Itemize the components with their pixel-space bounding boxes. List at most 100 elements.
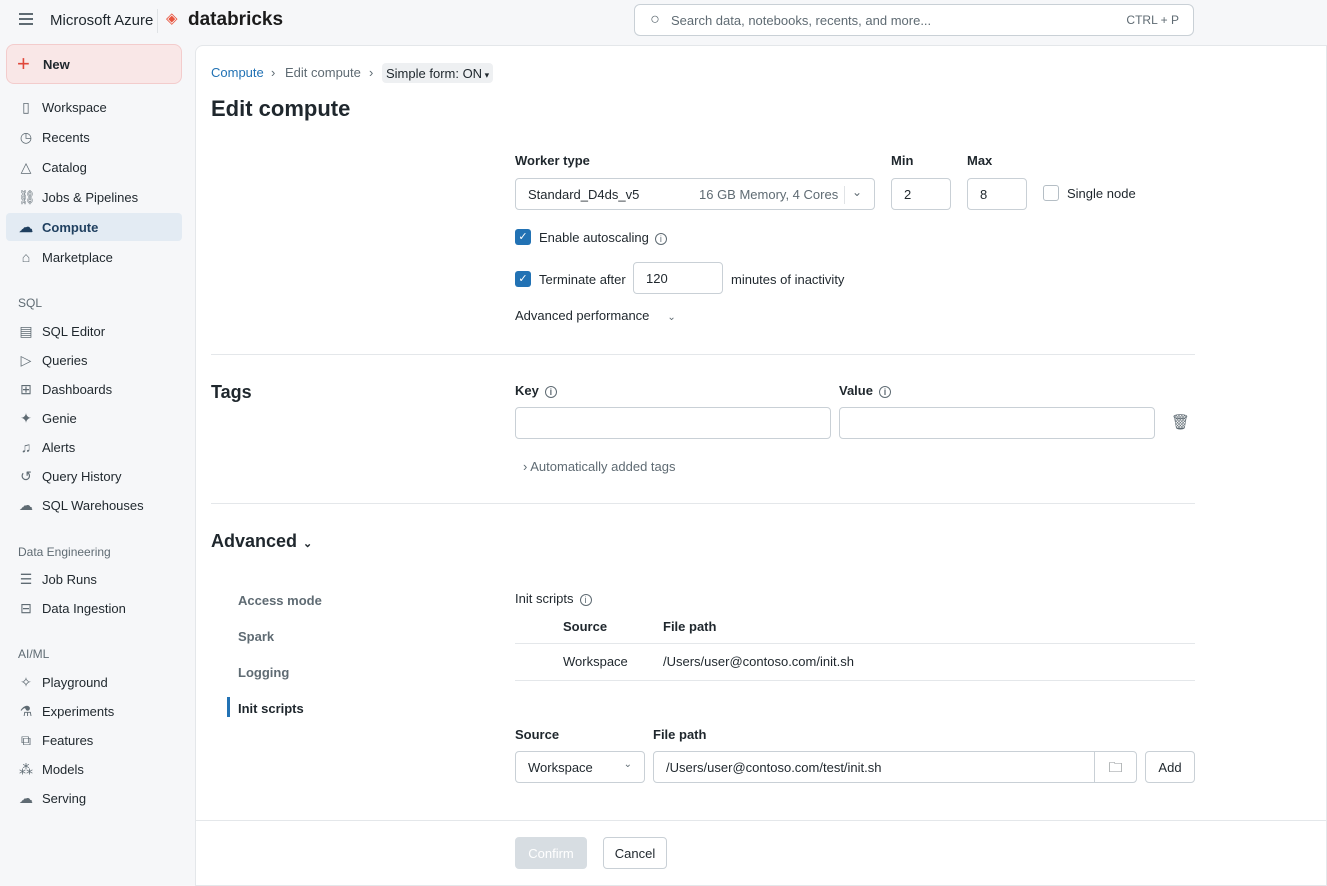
sidebar-item-genie[interactable]: ✦ Genie <box>6 404 182 432</box>
sidebar-label: Workspace <box>42 99 107 115</box>
worker-type-select[interactable]: Standard_D4ds_v5 16 GB Memory, 4 Cores ⌄ <box>515 178 875 210</box>
chevron-right-icon: › <box>523 459 528 474</box>
sidebar-item-query-history[interactable]: ↺ Query History <box>6 462 182 490</box>
sidebar-label: Catalog <box>42 159 87 175</box>
sidebar-label: Dashboards <box>42 381 113 397</box>
sidebar-item-compute[interactable]: ☁ Compute <box>6 213 182 241</box>
advanced-toggle[interactable]: Advanced ⌄ <box>211 531 312 552</box>
search-input[interactable]: ○ Search data, notebooks, recents, and m… <box>634 4 1194 36</box>
workspace-icon: ▯ <box>22 99 30 115</box>
autoscaling-label: Enable autoscaling i <box>539 230 667 245</box>
menu-icon[interactable] <box>19 13 33 25</box>
file-path-value: /Users/user@contoso.com/test/init.sh <box>666 759 882 775</box>
folder-icon[interactable]: 🗀 <box>1094 752 1136 782</box>
section-header-ai-ml: AI/ML <box>18 647 50 661</box>
sidebar-label: Compute <box>42 219 99 235</box>
divider <box>211 354 1195 355</box>
sidebar-label: Query History <box>42 468 122 484</box>
sidebar-label: Features <box>42 732 94 748</box>
chevron-down-icon: ⌄ <box>667 312 676 323</box>
tab-init-scripts[interactable]: Init scripts <box>238 701 304 716</box>
sidebar-label: Marketplace <box>42 249 113 265</box>
single-node-checkbox[interactable] <box>1043 185 1059 201</box>
warehouse-icon: ☁ <box>19 497 33 513</box>
clock-icon: ◷ <box>19 129 33 145</box>
worker-type-value: Standard_D4ds_v5 <box>528 186 640 202</box>
autoscaling-text: Enable autoscaling <box>539 230 649 245</box>
sidebar-item-marketplace[interactable]: ⌂ Marketplace <box>6 243 182 271</box>
sidebar-item-serving[interactable]: ☁ Serving <box>6 784 182 812</box>
terminate-checkbox[interactable]: ✓ <box>515 271 531 287</box>
info-icon[interactable]: i <box>544 385 557 398</box>
sidebar-item-alerts[interactable]: ♫ Alerts <box>6 433 182 461</box>
sidebar-item-workspace[interactable]: ▯ Workspace <box>6 93 182 121</box>
sidebar-label: Experiments <box>42 703 115 719</box>
max-workers-input[interactable]: 8 <box>967 178 1027 210</box>
min-workers-input[interactable]: 2 <box>891 178 951 210</box>
active-tab-indicator <box>227 697 230 717</box>
advanced-performance-toggle[interactable]: Advanced performance ⌄ <box>515 308 676 323</box>
sidebar-item-jobs[interactable]: ⛓ Jobs & Pipelines <box>6 183 182 211</box>
page-title: Edit compute <box>211 96 351 121</box>
cancel-button[interactable]: Cancel <box>603 837 667 869</box>
store-icon: ⌂ <box>21 249 31 265</box>
sidebar-item-playground[interactable]: ✧ Playground <box>6 668 182 696</box>
sidebar-item-sql-warehouses[interactable]: ☁ SQL Warehouses <box>6 491 182 519</box>
info-icon[interactable]: i <box>878 385 891 398</box>
terminate-suffix: minutes of inactivity <box>731 272 845 287</box>
new-button[interactable]: + New <box>6 44 182 84</box>
tag-key-input[interactable] <box>515 407 831 439</box>
bell-icon: ♫ <box>20 439 32 455</box>
tab-spark[interactable]: Spark <box>238 629 274 644</box>
sidebar-label: Serving <box>42 790 87 806</box>
divider <box>515 680 1195 681</box>
info-icon[interactable]: i <box>579 593 592 606</box>
sidebar-item-catalog[interactable]: △ Catalog <box>6 153 182 181</box>
col-source: Source <box>563 619 608 634</box>
autoscaling-checkbox[interactable]: ✓ <box>515 229 531 245</box>
sidebar-item-features[interactable]: ⧉ Features <box>6 726 182 754</box>
source-select[interactable]: Workspace ⌄ <box>515 751 645 783</box>
info-icon[interactable]: i <box>654 232 667 245</box>
sidebar-item-models[interactable]: ⁂ Models <box>6 755 182 783</box>
worker-type-spec: 16 GB Memory, 4 Cores <box>699 187 839 202</box>
sidebar-item-queries[interactable]: ▷ Queries <box>6 346 182 374</box>
key-text: Key <box>515 383 539 398</box>
sidebar-label: Alerts <box>42 439 76 455</box>
header-divider <box>157 9 158 33</box>
query-icon: ▷ <box>20 352 32 368</box>
simple-form-toggle[interactable]: Simple form: ON ▾ <box>382 63 494 83</box>
dashboard-icon: ⊞ <box>20 381 32 397</box>
product-logo: databricks <box>188 9 284 30</box>
sidebar-item-dashboards[interactable]: ⊞ Dashboards <box>6 375 182 403</box>
add-button[interactable]: Add <box>1145 751 1195 783</box>
models-icon: ⁂ <box>19 761 33 777</box>
terminate-minutes-input[interactable]: 120 <box>633 262 723 294</box>
divider <box>515 643 1195 644</box>
chevron-right-icon: › <box>369 65 374 80</box>
tag-value-input[interactable] <box>839 407 1155 439</box>
sidebar-item-job-runs[interactable]: ☰ Job Runs <box>6 565 182 593</box>
tab-logging[interactable]: Logging <box>238 665 289 680</box>
breadcrumb-compute[interactable]: Compute <box>211 65 264 80</box>
ingestion-icon: ⊟ <box>20 600 32 616</box>
terminate-label: Terminate after <box>539 272 626 287</box>
file-path-input[interactable]: /Users/user@contoso.com/test/init.sh 🗀 <box>653 751 1137 783</box>
confirm-button[interactable]: Confirm <box>515 837 587 869</box>
sidebar-item-data-ingestion[interactable]: ⊟ Data Ingestion <box>6 594 182 622</box>
tab-access-mode[interactable]: Access mode <box>238 593 322 608</box>
single-node-label: Single node <box>1067 186 1136 201</box>
trash-icon[interactable]: 🗑 <box>1171 413 1190 431</box>
auto-tags-toggle[interactable]: › Automatically added tags <box>523 459 676 474</box>
sidebar-label: Data Ingestion <box>42 600 126 616</box>
divider <box>195 820 1327 821</box>
select-divider <box>844 186 845 204</box>
min-label: Min <box>891 153 914 168</box>
sidebar-item-experiments[interactable]: ⚗ Experiments <box>6 697 182 725</box>
breadcrumb-edit-compute[interactable]: Edit compute <box>285 65 361 80</box>
sidebar-item-sql-editor[interactable]: ▤ SQL Editor <box>6 317 182 345</box>
search-placeholder: Search data, notebooks, recents, and mor… <box>671 13 932 28</box>
sidebar-label: Job Runs <box>42 571 97 587</box>
sidebar-item-recents[interactable]: ◷ Recents <box>6 123 182 151</box>
features-icon: ⧉ <box>21 732 31 748</box>
